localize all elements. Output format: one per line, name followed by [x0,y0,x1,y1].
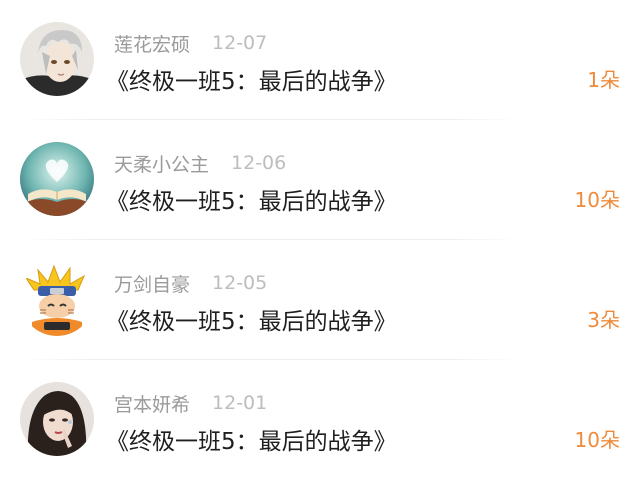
list-item[interactable]: 莲花宏硕 12-07 《终极一班5：最后的战争》 1朵 [0,0,640,120]
timestamp: 12-07 [212,32,268,54]
avatar[interactable] [20,22,94,96]
list-item[interactable]: 宫本妍希 12-01 《终极一班5：最后的战争》 10朵 [0,360,640,480]
list-item[interactable]: 万剑自豪 12-05 《终极一班5：最后的战争》 3朵 [0,240,640,360]
username[interactable]: 莲花宏硕 [114,30,190,57]
gift-record-list: 莲花宏硕 12-07 《终极一班5：最后的战争》 1朵 天柔小公主 12-06 … [0,0,640,477]
username[interactable]: 宫本妍希 [114,390,190,417]
timestamp: 12-05 [212,272,268,294]
book-title[interactable]: 《终极一班5：最后的战争》 [106,422,397,456]
timestamp: 12-06 [231,152,287,174]
heart-book-avatar-icon [20,142,94,216]
girl-portrait-avatar-icon [20,382,94,456]
username[interactable]: 万剑自豪 [114,270,190,297]
flower-count: 10朵 [574,428,620,452]
timestamp: 12-01 [212,392,268,414]
book-title[interactable]: 《终极一班5：最后的战争》 [106,62,397,96]
avatar[interactable] [20,142,94,216]
naruto-avatar-icon [20,262,94,336]
anime-boy-avatar-icon [20,22,94,96]
flower-count: 3朵 [587,308,620,332]
username[interactable]: 天柔小公主 [114,150,209,177]
list-item[interactable]: 天柔小公主 12-06 《终极一班5：最后的战争》 10朵 [0,120,640,240]
flower-count: 1朵 [587,68,620,92]
avatar[interactable] [20,382,94,456]
book-title[interactable]: 《终极一班5：最后的战争》 [106,182,397,216]
flower-count: 10朵 [574,188,620,212]
book-title[interactable]: 《终极一班5：最后的战争》 [106,302,397,336]
avatar[interactable] [20,262,94,336]
